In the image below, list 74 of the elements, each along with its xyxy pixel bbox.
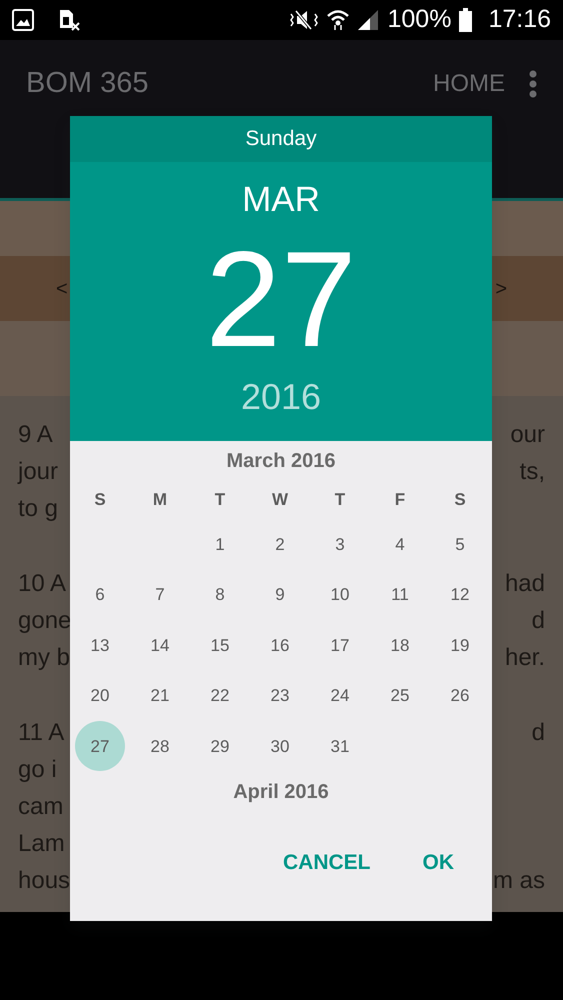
weekday-header: W bbox=[270, 489, 290, 511]
verse-text: my b bbox=[17, 643, 70, 673]
calendar-day[interactable]: 27 bbox=[75, 721, 125, 772]
calendar-day[interactable]: 21 bbox=[135, 670, 185, 721]
calendar-day[interactable]: 7 bbox=[135, 570, 185, 620]
calendar-day[interactable]: 18 bbox=[375, 620, 425, 670]
verse-text: to g bbox=[17, 494, 58, 524]
calendar-day[interactable]: 15 bbox=[195, 620, 245, 670]
ok-button[interactable]: OK bbox=[408, 839, 468, 887]
verse-text: go i bbox=[17, 755, 57, 785]
weekday-header: T bbox=[334, 489, 346, 511]
cancel-button[interactable]: CANCEL bbox=[269, 839, 384, 887]
calendar-day[interactable]: 31 bbox=[315, 721, 365, 772]
calendar-day[interactable]: 23 bbox=[255, 670, 305, 721]
calendar-day[interactable]: 12 bbox=[435, 570, 485, 620]
calendar-day[interactable]: 17 bbox=[315, 620, 365, 670]
calendar-day[interactable]: 30 bbox=[255, 721, 305, 772]
calendar-day[interactable]: 1 bbox=[195, 519, 245, 570]
calendar-day[interactable]: 14 bbox=[135, 620, 185, 670]
calendar-day[interactable]: 11 bbox=[375, 570, 425, 620]
verse-text: d bbox=[532, 606, 546, 636]
weekday-header: F bbox=[394, 489, 406, 511]
verse-text: her. bbox=[504, 643, 546, 673]
day-label[interactable]: 27 bbox=[205, 231, 357, 367]
battery-icon bbox=[459, 8, 472, 32]
weekday-header: M bbox=[152, 489, 168, 511]
verse-text: 10 A bbox=[17, 569, 66, 599]
battery-percentage: 100% bbox=[387, 4, 452, 36]
signal-icon bbox=[357, 9, 380, 31]
sim-card-icon bbox=[58, 9, 80, 31]
verse-text: ts, bbox=[520, 457, 546, 487]
image-icon bbox=[12, 9, 34, 31]
month-label[interactable]: MAR bbox=[242, 182, 320, 217]
verse-text: Lam bbox=[17, 829, 65, 859]
calendar-day[interactable]: 29 bbox=[195, 721, 245, 772]
calendar-day[interactable]: 9 bbox=[255, 570, 305, 620]
calendar-day[interactable]: 28 bbox=[135, 721, 185, 772]
weekday-header: T bbox=[214, 489, 226, 511]
verse-text: 9 A bbox=[17, 420, 53, 450]
weekday-header: S bbox=[453, 489, 467, 511]
calendar-day[interactable]: 24 bbox=[315, 670, 365, 721]
mute-icon bbox=[289, 8, 320, 32]
weekday-header: S bbox=[93, 489, 107, 511]
calendar-day[interactable]: 5 bbox=[435, 519, 485, 570]
calendar-day[interactable]: 3 bbox=[315, 519, 365, 570]
verse-text: 11 A bbox=[17, 718, 64, 748]
wifi-icon bbox=[327, 9, 350, 31]
verse-text: our bbox=[510, 420, 546, 450]
verse-text: m as bbox=[492, 866, 546, 896]
verse-text: d bbox=[532, 718, 546, 748]
calendar-day[interactable]: 26 bbox=[435, 670, 485, 721]
calendar-day[interactable]: 6 bbox=[75, 570, 125, 620]
calendar-day[interactable]: 22 bbox=[195, 670, 245, 721]
verse-text: gone bbox=[17, 606, 72, 636]
verse-text: hous bbox=[17, 866, 70, 896]
app-title: BOM 365 bbox=[26, 66, 148, 102]
calendar-day[interactable]: 2 bbox=[255, 519, 305, 570]
calendar-day[interactable]: 8 bbox=[195, 570, 245, 620]
calendar-day[interactable]: 4 bbox=[375, 519, 425, 570]
more-options-icon[interactable] bbox=[529, 70, 537, 98]
weekday-label: Sunday bbox=[245, 126, 317, 152]
calendar-day[interactable]: 13 bbox=[75, 620, 125, 670]
verse-text: had bbox=[504, 569, 546, 599]
calendar-day[interactable]: 16 bbox=[255, 620, 305, 670]
clock: 17:16 bbox=[488, 4, 551, 36]
verse-text: cam bbox=[17, 792, 64, 822]
calendar-day[interactable]: 25 bbox=[375, 670, 425, 721]
month-title: April 2016 bbox=[233, 780, 329, 802]
calendar-day[interactable]: 10 bbox=[315, 570, 365, 620]
home-link[interactable]: HOME bbox=[433, 66, 505, 102]
month-title: March 2016 bbox=[226, 450, 336, 472]
verse-text: jour bbox=[16, 457, 58, 487]
calendar-day[interactable]: 20 bbox=[75, 670, 125, 721]
calendar-day[interactable]: 19 bbox=[435, 620, 485, 670]
